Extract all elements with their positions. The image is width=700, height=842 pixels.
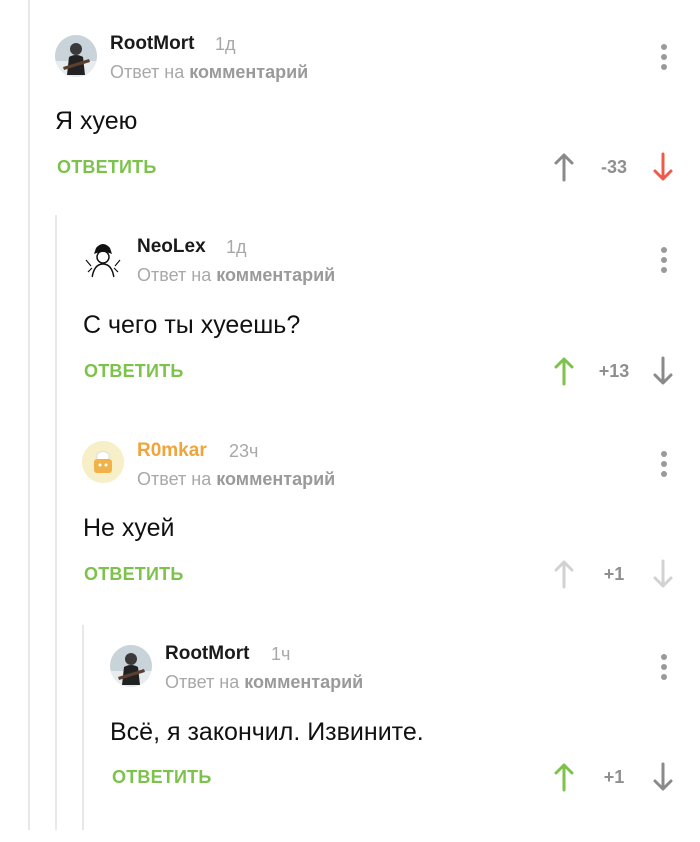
upvote-arrow-icon[interactable] — [553, 356, 575, 386]
comment-text: С чего ты хуеешь? — [83, 311, 301, 339]
comment-time: 1д — [215, 34, 236, 54]
reply-prefix: Ответ на — [165, 672, 240, 692]
thread-rail-level-2 — [55, 215, 57, 830]
reply-button[interactable]: ОТВЕТИТЬ — [57, 157, 156, 178]
reply-button[interactable]: ОТВЕТИТЬ — [84, 564, 183, 585]
reply-target-link[interactable]: комментарий — [216, 469, 335, 489]
reply-target-link[interactable]: комментарий — [189, 62, 308, 82]
comment-text: Не хуей — [83, 514, 175, 542]
default-avatar-icon[interactable] — [82, 441, 124, 483]
guitarist-avatar-icon[interactable] — [55, 35, 97, 77]
vote-count: +13 — [598, 361, 630, 381]
reply-to-line: Ответ на комментарий — [137, 469, 335, 490]
reply-target-link[interactable]: комментарий — [244, 672, 363, 692]
comment-time: 1ч — [271, 644, 291, 664]
comment-author[interactable]: R0mkar — [137, 440, 207, 462]
reply-button[interactable]: ОТВЕТИТЬ — [84, 361, 183, 382]
upvote-arrow-icon[interactable] — [553, 152, 575, 182]
guitarist-avatar-icon[interactable] — [110, 645, 152, 687]
comment-time: 1д — [226, 237, 247, 257]
reply-to-line: Ответ на комментарий — [165, 672, 363, 693]
downvote-arrow-icon[interactable] — [652, 762, 674, 792]
reply-button[interactable]: ОТВЕТИТЬ — [112, 767, 211, 788]
thread-rail-level-1 — [28, 0, 30, 830]
comment-time: 23ч — [229, 441, 259, 461]
downvote-arrow-icon[interactable] — [652, 356, 674, 386]
reply-prefix: Ответ на — [137, 469, 212, 489]
vote-count: +1 — [603, 564, 625, 584]
reply-prefix: Ответ на — [137, 265, 212, 285]
more-menu-icon[interactable] — [654, 449, 674, 479]
reply-prefix: Ответ на — [110, 62, 185, 82]
reply-to-line: Ответ на комментарий — [110, 62, 308, 83]
comment-text: Всё, я закончил. Извините. — [110, 718, 424, 746]
comment-author[interactable]: NeoLex — [137, 236, 206, 258]
downvote-arrow-icon[interactable] — [652, 152, 674, 182]
more-menu-icon[interactable] — [654, 245, 674, 275]
comment-author[interactable]: RootMort — [110, 33, 194, 55]
comment-author[interactable]: RootMort — [165, 643, 249, 665]
upvote-arrow-icon[interactable] — [553, 559, 575, 589]
reply-target-link[interactable]: комментарий — [216, 265, 335, 285]
more-menu-icon[interactable] — [654, 42, 674, 72]
upvote-arrow-icon[interactable] — [553, 762, 575, 792]
more-menu-icon[interactable] — [654, 652, 674, 682]
downvote-arrow-icon[interactable] — [652, 559, 674, 589]
reply-to-line: Ответ на комментарий — [137, 265, 335, 286]
vote-count: -33 — [600, 157, 627, 177]
sketch-avatar-icon[interactable] — [82, 238, 124, 280]
comment-text: Я хуею — [55, 107, 138, 135]
thread-rail-level-4 — [82, 625, 84, 830]
vote-count: +1 — [603, 767, 625, 787]
